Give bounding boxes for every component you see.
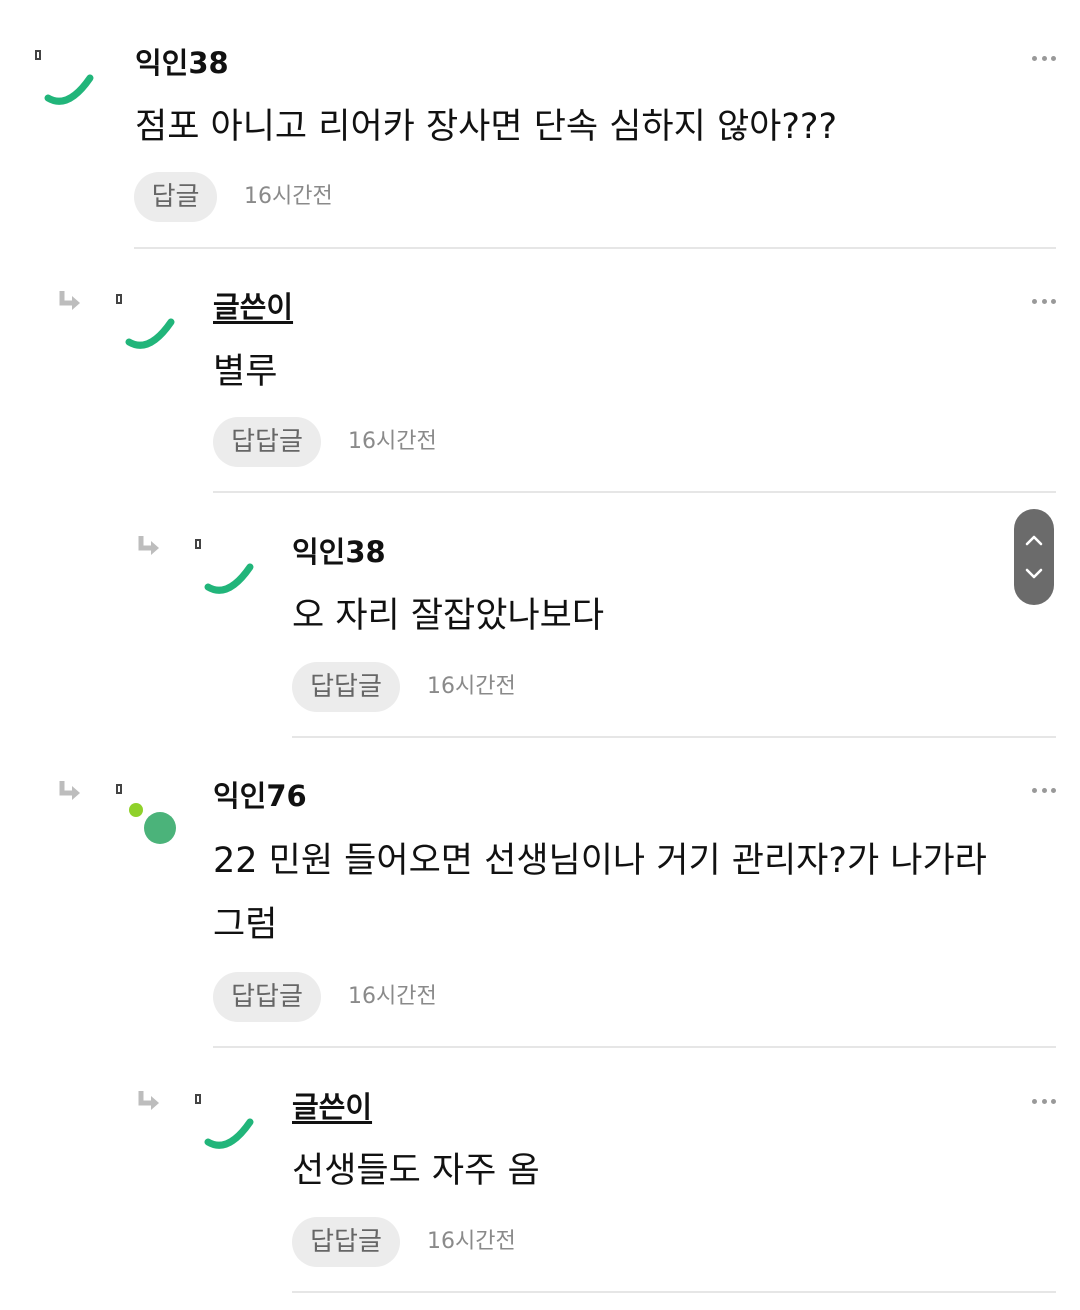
- avatar[interactable]: [121, 796, 177, 852]
- comment-text: 선생들도 자주 옴: [292, 1151, 540, 1191]
- timestamp: 16시간전: [348, 429, 437, 454]
- divider: [292, 1291, 1056, 1293]
- timestamp: 16시간전: [348, 984, 437, 1009]
- image-placeholder-icon: [35, 50, 41, 60]
- chevron-down-icon[interactable]: [1022, 561, 1046, 585]
- timestamp: 16시간전: [427, 1229, 516, 1254]
- comment-text-line-1: 22 민원 들어오면 선생님이나 거기 관리자?가 나가라: [213, 841, 987, 881]
- timestamp: 16시간전: [244, 184, 333, 209]
- author-name[interactable]: 글쓴이: [213, 289, 293, 325]
- more-horizontal-icon[interactable]: [1032, 299, 1056, 307]
- comment-text-line-2: 그럼: [213, 905, 278, 945]
- divider: [134, 247, 1056, 249]
- author-name[interactable]: 글쓴이: [292, 1089, 372, 1125]
- more-horizontal-icon[interactable]: [1032, 788, 1056, 796]
- reply-arrow-icon: [59, 781, 80, 800]
- comment-text: 오 자리 잘잡았나보다: [292, 596, 605, 636]
- reply-button[interactable]: 답글: [134, 172, 217, 222]
- reply-button[interactable]: 답답글: [213, 972, 321, 1022]
- more-horizontal-icon[interactable]: [1032, 1099, 1056, 1107]
- divider: [213, 491, 1056, 493]
- author-name[interactable]: 익인76: [213, 778, 307, 814]
- avatar[interactable]: [200, 1106, 256, 1162]
- reply-button[interactable]: 답답글: [213, 417, 321, 467]
- author-name[interactable]: 익인38: [135, 45, 229, 81]
- image-placeholder-icon: [116, 784, 122, 794]
- image-placeholder-icon: [195, 539, 201, 549]
- avatar[interactable]: [200, 551, 256, 607]
- scroll-control[interactable]: [1014, 509, 1054, 605]
- avatar[interactable]: [121, 306, 177, 362]
- image-placeholder-icon: [195, 1094, 201, 1104]
- reply-arrow-icon: [138, 1091, 159, 1110]
- reply-button[interactable]: 답답글: [292, 1217, 400, 1267]
- author-name[interactable]: 익인38: [292, 534, 386, 570]
- reply-button[interactable]: 답답글: [292, 662, 400, 712]
- image-placeholder-icon: [116, 294, 122, 304]
- avatar[interactable]: [40, 62, 96, 118]
- timestamp: 16시간전: [427, 674, 516, 699]
- chevron-up-icon[interactable]: [1022, 529, 1046, 553]
- comment-text: 별루: [213, 352, 278, 392]
- reply-arrow-icon: [138, 536, 159, 555]
- comment-text: 점포 아니고 리어카 장사면 단속 심하지 않아???: [135, 107, 838, 147]
- reply-arrow-icon: [59, 291, 80, 310]
- divider: [213, 1046, 1056, 1048]
- divider: [292, 736, 1056, 738]
- more-horizontal-icon[interactable]: [1032, 56, 1056, 64]
